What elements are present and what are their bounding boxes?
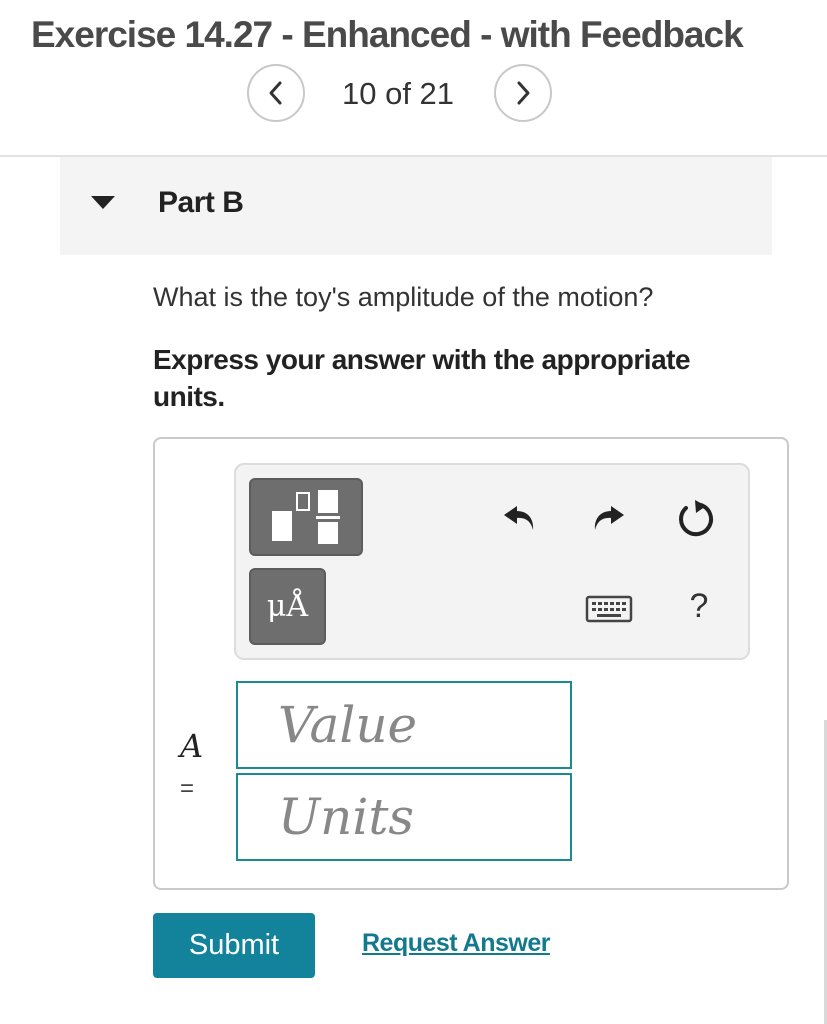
submit-button[interactable]: Submit: [153, 913, 315, 978]
units-button[interactable]: μÅ: [249, 568, 326, 645]
previous-button[interactable]: [247, 64, 305, 122]
value-input[interactable]: [236, 681, 572, 769]
answer-instruction: Express your answer with the appropriate…: [153, 344, 691, 412]
undo-icon: [504, 506, 534, 530]
next-button[interactable]: [494, 64, 552, 122]
chevron-right-icon: [517, 81, 530, 105]
help-button[interactable]: ?: [683, 584, 715, 628]
units-input[interactable]: [236, 773, 572, 861]
templates-button[interactable]: [249, 478, 363, 556]
exercise-title: Exercise 14.27 - Enhanced - with Feedbac…: [31, 14, 744, 55]
units-symbol: μÅ: [266, 589, 309, 624]
templates-icon: [272, 490, 340, 544]
question-text: What is the toy's amplitude of the motio…: [153, 282, 654, 312]
pager-position: 10 of 21: [342, 76, 455, 111]
keyboard-icon: [585, 595, 633, 623]
keyboard-button[interactable]: [585, 592, 633, 626]
reset-button[interactable]: [675, 497, 717, 539]
redo-button[interactable]: [588, 497, 628, 537]
variable-label: A: [180, 727, 204, 765]
undo-button[interactable]: [500, 497, 540, 537]
equals-sign: =: [180, 775, 195, 802]
part-title[interactable]: Part B: [158, 186, 244, 220]
redo-icon: [594, 506, 624, 530]
page: Exercise 14.27 - Enhanced - with Feedbac…: [0, 0, 827, 1024]
request-answer-link[interactable]: Request Answer: [362, 929, 550, 958]
reset-icon: [679, 500, 714, 537]
chevron-left-icon: [269, 81, 282, 105]
caret-down-icon[interactable]: [91, 196, 115, 209]
